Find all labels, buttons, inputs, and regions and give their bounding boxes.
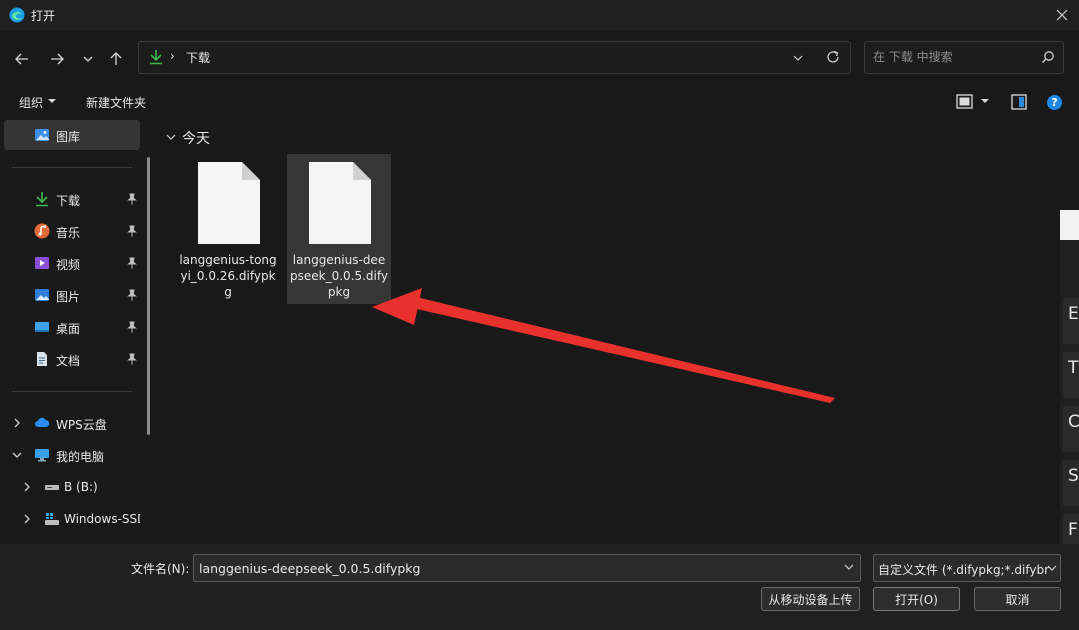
peek-item: C — [1063, 406, 1079, 452]
chevron-down-icon[interactable] — [12, 450, 22, 460]
peek-item: T — [1063, 352, 1079, 398]
search-input[interactable] — [873, 50, 1033, 64]
sidebar-item-documents[interactable]: 文档 — [4, 344, 140, 374]
picture-icon — [35, 289, 49, 301]
chevron-down-icon[interactable] — [166, 132, 176, 142]
sidebar-divider — [12, 167, 132, 168]
windows-drive-icon — [45, 513, 59, 525]
filename-label: 文件名(N): — [131, 562, 190, 576]
sidebar-item-label: 文档 — [56, 354, 81, 368]
desktop-icon — [35, 322, 49, 332]
back-button[interactable] — [10, 47, 34, 71]
sidebar-item-label: Windows-SSD — [64, 512, 140, 526]
breadcrumb-current-folder[interactable]: 下载 — [186, 49, 210, 66]
close-button[interactable] — [1049, 2, 1075, 28]
refresh-icon — [827, 50, 839, 63]
drive-icon — [45, 485, 59, 490]
background-window-header — [1060, 210, 1079, 240]
file-icon — [309, 162, 371, 244]
sidebar-scrollbar[interactable] — [147, 157, 150, 435]
up-button[interactable] — [104, 47, 128, 71]
chevron-down-icon[interactable] — [843, 561, 855, 573]
chevron-down-icon — [793, 55, 803, 61]
new-folder-button[interactable]: 新建文件夹 — [86, 94, 146, 111]
computer-icon — [35, 449, 49, 462]
sidebar-item-desktop[interactable]: 桌面 — [4, 312, 140, 342]
gallery-icon — [35, 129, 49, 141]
sidebar-item-downloads[interactable]: 下载 — [4, 184, 140, 214]
chevron-down-icon[interactable] — [1046, 562, 1058, 574]
caret-down-icon — [48, 99, 56, 103]
download-icon — [150, 50, 162, 65]
sidebar-item-label: 图片 — [56, 290, 81, 304]
arrow-left-icon — [15, 53, 28, 65]
help-button[interactable]: ? — [1047, 95, 1062, 110]
pin-icon[interactable] — [126, 353, 138, 365]
close-icon — [1056, 9, 1068, 21]
chevron-down-icon — [83, 56, 93, 62]
download-icon — [36, 192, 48, 207]
video-icon — [35, 257, 49, 269]
sidebar-item-my-computer[interactable]: 我的电脑 — [4, 440, 140, 470]
refresh-button[interactable] — [823, 47, 843, 67]
pin-icon[interactable] — [126, 193, 138, 205]
edge-app-icon — [9, 7, 25, 23]
organize-button[interactable]: 组织 — [19, 94, 43, 111]
search-icon[interactable] — [1041, 50, 1055, 64]
sidebar-item-label: B (B:) — [64, 480, 98, 494]
sidebar-item-drive-b[interactable]: B (B:) — [4, 472, 140, 502]
pin-icon[interactable] — [126, 225, 138, 237]
sidebar-item-label: 音乐 — [56, 226, 81, 240]
sidebar-item-windows-ssd[interactable]: Windows-SSD — [4, 504, 140, 534]
recent-locations-button[interactable] — [76, 47, 100, 71]
window-title: 打开 — [31, 9, 56, 23]
chevron-right-icon[interactable] — [12, 418, 22, 428]
pin-icon[interactable] — [126, 321, 138, 333]
caret-down-icon[interactable] — [980, 97, 990, 105]
annotation-arrow — [372, 288, 835, 403]
pin-icon[interactable] — [126, 289, 138, 301]
navigation-pane: 图库 下载 音乐 视频 图片 桌面 文档 WPS云盘 我的电脑 B (B:) W… — [0, 117, 158, 544]
sidebar-item-gallery[interactable]: 图库 — [4, 120, 140, 150]
sidebar-item-label: 视频 — [56, 258, 81, 272]
cloud-icon — [35, 417, 50, 427]
chevron-right-icon[interactable] — [22, 514, 32, 524]
peek-item: E — [1063, 298, 1079, 344]
breadcrumb-separator[interactable]: › — [170, 49, 175, 63]
group-header-today[interactable]: 今天 — [182, 128, 210, 148]
document-icon — [37, 352, 47, 366]
upload-from-mobile-button[interactable]: 从移动设备上传 — [761, 587, 860, 611]
sidebar-item-label: 图库 — [56, 130, 81, 144]
sidebar-item-label: 我的电脑 — [56, 450, 105, 464]
forward-button[interactable] — [45, 47, 69, 71]
file-item-deepseek[interactable]: langgenius-deepseek_0.0.5.difypkg — [287, 154, 391, 304]
peek-item: S — [1063, 460, 1079, 506]
pin-icon[interactable] — [126, 257, 138, 269]
address-bar[interactable] — [138, 41, 851, 74]
cancel-button[interactable]: 取消 — [974, 587, 1061, 611]
chevron-right-icon[interactable] — [22, 482, 32, 492]
address-history-dropdown[interactable] — [789, 49, 807, 67]
sidebar-item-videos[interactable]: 视频 — [4, 248, 140, 278]
open-button[interactable]: 打开(O) — [873, 587, 960, 611]
preview-pane-icon[interactable] — [1011, 94, 1027, 110]
arrow-right-icon — [51, 53, 64, 65]
sidebar-item-label: 桌面 — [56, 322, 81, 336]
file-name: langgenius-tongyi_0.0.26.difypkg — [179, 253, 277, 299]
filename-input[interactable] — [193, 554, 861, 582]
sidebar-divider — [12, 391, 132, 392]
file-icon — [198, 162, 260, 244]
sidebar-item-wps-cloud[interactable]: WPS云盘 — [4, 408, 140, 438]
search-box[interactable] — [864, 41, 1064, 74]
sidebar-item-pictures[interactable]: 图片 — [4, 280, 140, 310]
arrow-up-icon — [110, 52, 122, 65]
music-icon — [34, 223, 50, 239]
sidebar-item-music[interactable]: 音乐 — [4, 216, 140, 246]
sidebar-item-label: 下载 — [56, 194, 81, 208]
filetype-select[interactable]: 自定义文件 (*.difypkg;*.difybr — [873, 554, 1061, 582]
file-item-tongyi[interactable]: langgenius-tongyi_0.0.26.difypkg — [176, 154, 280, 304]
sidebar-item-label: WPS云盘 — [56, 418, 107, 432]
title-bar — [0, 0, 1079, 30]
view-options-icon[interactable] — [956, 94, 974, 110]
